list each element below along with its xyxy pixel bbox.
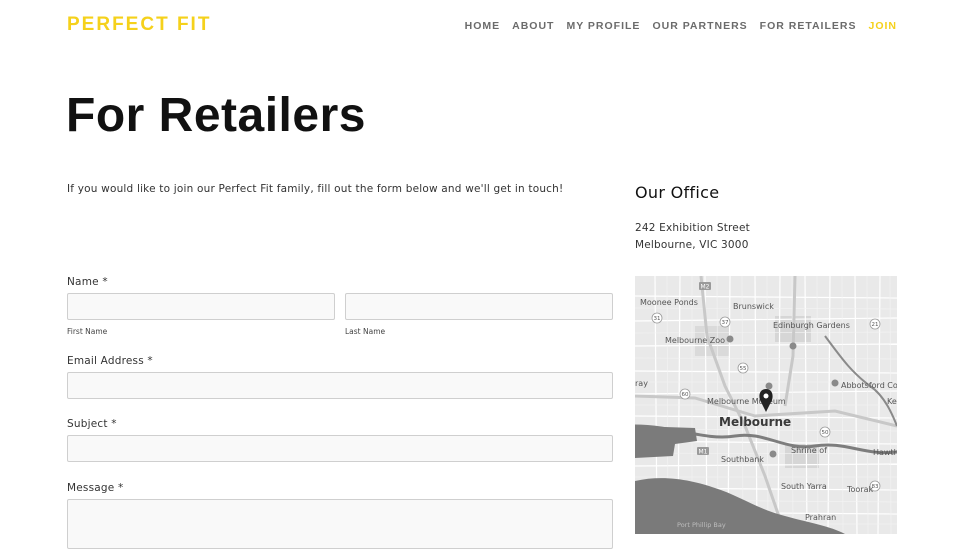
- nav-for-retailers[interactable]: FOR RETAILERS: [760, 20, 857, 32]
- email-label: Email Address *: [67, 355, 153, 367]
- highway-shield: M1: [697, 447, 709, 456]
- last-name-sublabel: Last Name: [345, 327, 386, 336]
- name-label: Name *: [67, 276, 108, 288]
- page-title: For Retailers: [66, 89, 366, 142]
- site-logo[interactable]: PERFECT FIT: [67, 14, 211, 36]
- first-name-field[interactable]: [67, 293, 335, 320]
- address-line-2: Melbourne, VIC 3000: [635, 239, 749, 251]
- museum-poi-icon: [765, 382, 773, 390]
- abbotsford-poi-icon: [831, 379, 839, 387]
- map-label-toorak: Toorak: [846, 485, 874, 494]
- map-label-south-yarra: South Yarra: [781, 482, 827, 491]
- route-marker: 50: [819, 426, 831, 438]
- svg-text:60: 60: [682, 392, 689, 398]
- map-label-southbank: Southbank: [721, 455, 764, 464]
- main-nav: HOME ABOUT MY PROFILE OUR PARTNERS FOR R…: [465, 20, 897, 32]
- nav-my-profile[interactable]: MY PROFILE: [566, 20, 640, 32]
- svg-text:55: 55: [740, 366, 747, 372]
- svg-text:50: 50: [822, 430, 829, 436]
- svg-text:21: 21: [872, 322, 879, 328]
- nav-home[interactable]: HOME: [465, 20, 501, 32]
- map-label-edinburgh: Edinburgh Gardens: [773, 321, 850, 330]
- route-marker: 55: [737, 362, 749, 374]
- map-label-hawthorn: Hawth: [873, 448, 897, 457]
- shrine-poi-icon: [769, 450, 777, 458]
- nav-about[interactable]: ABOUT: [512, 20, 554, 32]
- map-label-ray: ray: [635, 379, 648, 388]
- last-name-field[interactable]: [345, 293, 613, 320]
- address-line-1: 242 Exhibition Street: [635, 222, 750, 234]
- svg-text:M2: M2: [701, 284, 710, 291]
- route-marker: 31: [651, 312, 663, 324]
- first-name-sublabel: First Name: [67, 327, 108, 336]
- office-title: Our Office: [635, 183, 720, 202]
- nav-join[interactable]: JOIN: [868, 20, 897, 32]
- message-field[interactable]: [67, 499, 613, 549]
- route-marker: 60: [679, 388, 691, 400]
- nav-our-partners[interactable]: OUR PARTNERS: [652, 20, 747, 32]
- intro-text: If you would like to join our Perfect Fi…: [67, 183, 564, 195]
- svg-text:M1: M1: [699, 449, 708, 456]
- subject-label: Subject *: [67, 418, 117, 430]
- email-field[interactable]: [67, 372, 613, 399]
- map-label-prahran: Prahran: [805, 513, 836, 522]
- map-label-shrine: Shrine of: [791, 446, 827, 455]
- map-label-moonee-ponds: Moonee Ponds: [640, 298, 698, 307]
- route-marker: 21: [869, 318, 881, 330]
- svg-text:31: 31: [654, 316, 661, 322]
- map-label-port-phillip-bay: Port Phillip Bay: [677, 521, 726, 529]
- map-label-museum: Melbourne Museum: [707, 397, 786, 406]
- gardens-poi-icon: [789, 342, 797, 350]
- subject-field[interactable]: [67, 435, 613, 462]
- office-map[interactable]: M2 M1 31 37 55 60 21 50 83 Moonee Ponds …: [635, 276, 897, 534]
- svg-text:37: 37: [722, 320, 729, 326]
- map-label-melbourne-zoo: Melbourne Zoo: [665, 336, 725, 345]
- map-label-ke: Ke: [887, 397, 897, 406]
- map-label-brunswick: Brunswick: [733, 302, 774, 311]
- route-marker: 37: [719, 316, 731, 328]
- message-label: Message *: [67, 482, 124, 494]
- map-label-abbotsford: Abbotsford Co: [841, 381, 897, 390]
- map-label-melbourne: Melbourne: [719, 415, 791, 429]
- highway-shield: M2: [699, 282, 711, 291]
- zoo-poi-icon: [726, 335, 734, 343]
